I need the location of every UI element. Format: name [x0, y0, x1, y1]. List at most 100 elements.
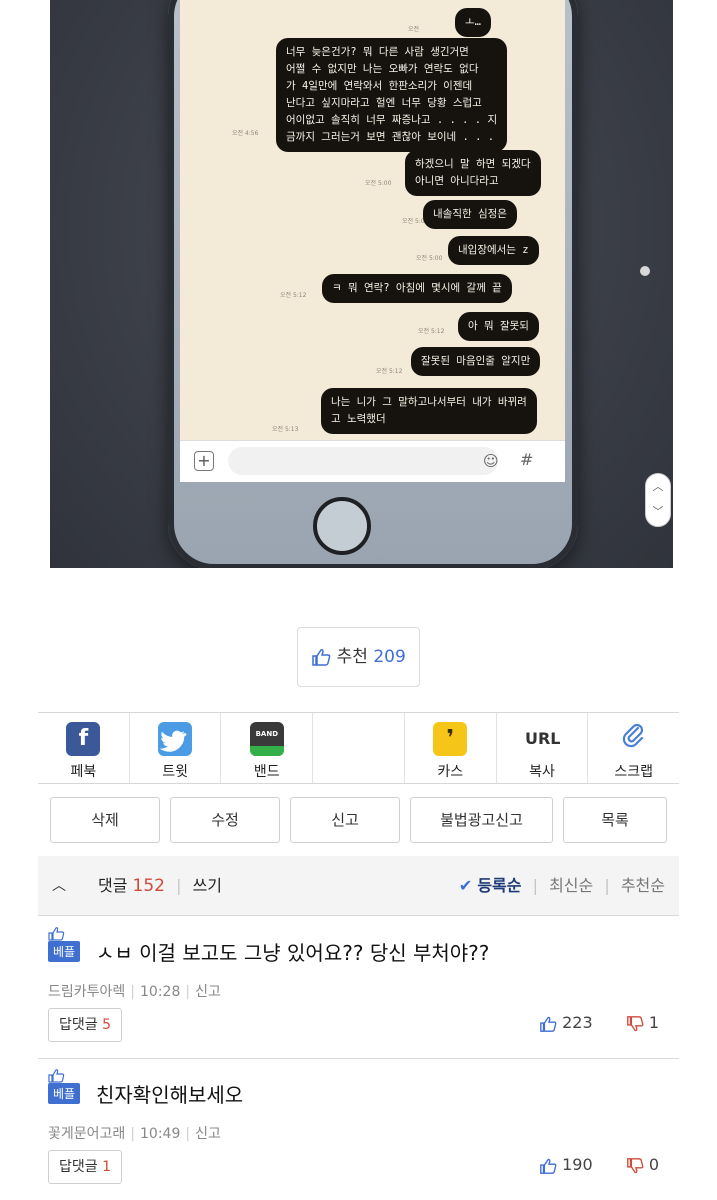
reply-label: 답댓글: [59, 1017, 98, 1033]
band-icon: BAND: [249, 722, 284, 756]
share-facebook[interactable]: f 페북: [38, 713, 130, 783]
chevron-up-icon[interactable]: ︿: [52, 856, 66, 916]
comment-meta: 드림카투아렉 | 10:28 | 신고: [48, 984, 221, 1000]
scroll-control[interactable]: ︿ ﹀: [645, 473, 671, 527]
message-time: 오전: [408, 26, 420, 33]
delete-button[interactable]: 삭제: [50, 797, 160, 843]
twitter-icon: [158, 722, 193, 756]
message-time: 오전 5:12: [376, 368, 403, 375]
post-photo: 오전 ㅗ… 오전 4:56 너무 늦은건가? 뭐 다른 사람 생긴거면 어쩔 수…: [50, 0, 673, 568]
share-scrap[interactable]: 스크랩: [588, 713, 679, 783]
downvote-count: 1: [648, 1013, 659, 1032]
sort-options: ✔ 등록순 | 최신순 | 추천순: [458, 876, 665, 895]
reply-button[interactable]: 답댓글 5: [48, 1008, 123, 1042]
comment-votes: 223 1: [539, 1013, 659, 1033]
report-button[interactable]: 신고: [290, 797, 400, 843]
thumbs-down-icon: [626, 1157, 644, 1173]
thumbs-up-icon: [48, 1069, 65, 1083]
comment-text: 친자확인해보세오: [96, 1083, 244, 1107]
recommend-count: 209: [373, 647, 406, 667]
share-band[interactable]: BAND 밴드: [221, 713, 314, 783]
chat-message: 내입장에서는 z: [448, 236, 539, 265]
comment-time: 10:49: [140, 1126, 181, 1142]
share-label: 페북: [70, 764, 97, 780]
recommend-button[interactable]: 추천 209: [297, 627, 420, 687]
share-label: 복사: [529, 764, 555, 780]
thumbs-up-icon: [540, 1016, 557, 1032]
plus-icon: +: [194, 451, 214, 471]
recommend-label: 추천: [336, 647, 368, 667]
report-spam-button[interactable]: 불법광고신고: [410, 797, 553, 843]
share-bar: f 페북 트윗 BAND 밴드 ❜ 카스 URL 복사 스크랩: [38, 712, 679, 784]
chat-message: 너무 늦은건가? 뭐 다른 사람 생긴거면 어쩔 수 없지만 나는 오빠가 연락…: [276, 38, 508, 152]
best-badge-label: 베플: [48, 1083, 81, 1104]
chat-message: 하겠으니 말 하면 되겠다 아니면 아니다라고: [405, 150, 541, 196]
message-time: 오전 5:13: [272, 426, 299, 433]
upvote-button[interactable]: 223: [539, 1013, 598, 1032]
share-kakaostory[interactable]: ❜ 카스: [405, 713, 497, 783]
list-button[interactable]: 목록: [563, 797, 667, 843]
comment-time: 10:28: [140, 984, 181, 1000]
downvote-count: 0: [648, 1155, 659, 1174]
comment-author[interactable]: 드림카투아렉: [48, 984, 125, 1000]
check-icon: ✔: [458, 876, 473, 895]
chat-message: 아 뭐 잘못되: [458, 312, 539, 341]
reply-count: 5: [102, 1017, 112, 1033]
comments-count: 152: [132, 876, 165, 896]
chat-screen: 오전 ㅗ… 오전 4:56 너무 늦은건가? 뭐 다른 사람 생긴거면 어쩔 수…: [180, 0, 565, 482]
best-badge: 베플: [48, 1069, 88, 1104]
paperclip-icon: [617, 722, 651, 756]
share-url-copy[interactable]: URL 복사: [497, 713, 589, 783]
write-comment-link[interactable]: 쓰기: [193, 876, 222, 895]
chat-input-bar: + ☺ #: [180, 440, 565, 482]
edit-button[interactable]: 수정: [170, 797, 280, 843]
emoji-icon: ☺: [483, 452, 499, 470]
message-time: 오전 5:00: [365, 180, 392, 187]
upvote-count: 190: [562, 1155, 593, 1174]
comment-item: 베플 ㅅㅂ 이걸 보고도 그냥 있어요?? 당신 부처야?? 드림카투아렉 | 10…: [38, 917, 679, 1059]
upvote-button[interactable]: 190: [539, 1155, 598, 1174]
sort-recommend[interactable]: 추천순: [621, 876, 665, 895]
reply-button[interactable]: 답댓글 1: [48, 1150, 123, 1184]
chevron-up-icon[interactable]: ︿: [646, 474, 670, 499]
comments-label: 댓글: [98, 876, 128, 895]
share-label: 스크랩: [614, 764, 653, 780]
downvote-button[interactable]: 0: [626, 1155, 659, 1174]
comment-report-link[interactable]: 신고: [195, 984, 221, 1000]
best-badge-label: 베플: [48, 941, 81, 962]
message-time: 오전 5:12: [418, 328, 445, 335]
comment-item: 베플 친자확인해보세오 꽃게문어고래 | 10:49 | 신고 답댓글 1 190 0: [38, 1059, 679, 1200]
thumbs-down-icon: [626, 1015, 644, 1031]
message-time: 오전 5:12: [280, 292, 307, 299]
scroll-indicator: [640, 266, 650, 276]
comment-author[interactable]: 꽃게문어고래: [48, 1126, 125, 1142]
post-actions: 삭제 수정 신고 불법광고신고 목록: [50, 797, 667, 843]
share-label: 카스: [437, 764, 464, 780]
chat-message: 잘못된 마음인줄 알지만: [411, 347, 541, 376]
thumbs-up-icon: [312, 649, 331, 666]
reply-count: 1: [102, 1159, 112, 1175]
reply-label: 답댓글: [59, 1159, 98, 1175]
share-empty-slot: [313, 713, 405, 783]
upvote-count: 223: [562, 1013, 593, 1032]
home-button: [313, 497, 371, 555]
comment-meta: 꽃게문어고래 | 10:49 | 신고: [48, 1126, 221, 1142]
chat-message: 내솔직한 심정은: [423, 200, 517, 229]
facebook-icon: f: [66, 722, 101, 756]
comment-text: ㅅㅂ 이걸 보고도 그냥 있어요?? 당신 부처야??: [96, 941, 490, 965]
best-badge: 베플: [48, 927, 88, 962]
url-icon: URL: [524, 729, 561, 748]
chat-message: 나는 니가 그 말하고나서부터 내가 바뀌려 고 노력했더: [321, 388, 537, 434]
chat-message: ㅗ…: [455, 8, 491, 37]
message-time: 오전 5:00: [416, 255, 443, 262]
share-twitter[interactable]: 트윗: [130, 713, 222, 783]
sort-latest[interactable]: 최신순: [549, 876, 593, 895]
kakaostory-icon: ❜: [433, 722, 468, 756]
comment-votes: 190 0: [539, 1155, 659, 1175]
sort-registered[interactable]: 등록순: [477, 876, 521, 895]
comment-report-link[interactable]: 신고: [195, 1126, 221, 1142]
comments-summary: 댓글 152 | 쓰기: [98, 876, 223, 896]
chevron-down-icon[interactable]: ﹀: [646, 499, 670, 524]
hash-icon: #: [520, 450, 534, 469]
downvote-button[interactable]: 1: [626, 1013, 659, 1032]
